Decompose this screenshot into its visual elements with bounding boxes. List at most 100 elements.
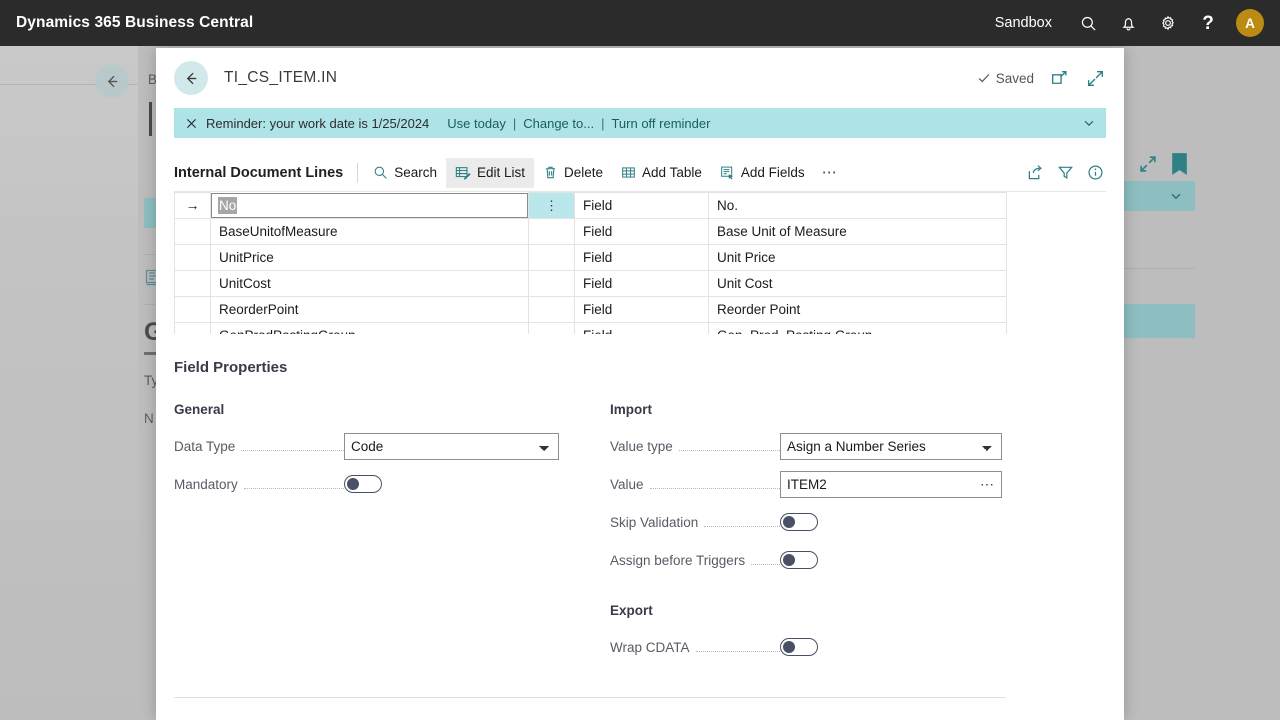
info-icon[interactable] [1087,164,1104,181]
field-caption-cell[interactable]: No. [708,192,1007,219]
assign-before-triggers-toggle[interactable] [780,551,818,569]
use-today-link[interactable]: Use today [447,116,506,131]
turn-off-reminder-link[interactable]: Turn off reminder [611,116,710,131]
back-arrow-icon[interactable] [174,61,208,95]
general-section: General Data Type Code Mandatory [174,376,610,670]
table-row[interactable]: BaseUnitofMeasure Field Base Unit of Mea… [174,218,1007,245]
mandatory-label-wrap: Mandatory [174,477,344,492]
field-caption-cell[interactable]: Reorder Point [708,296,1007,323]
toggle-knob [783,641,795,653]
row-menu-cell[interactable] [528,270,575,297]
row-menu-cell[interactable] [528,218,575,245]
row-menu-cell[interactable] [528,296,575,323]
field-name-cell[interactable]: UnitPrice [210,244,529,271]
background-back-arrow-icon[interactable] [95,64,129,98]
table-row[interactable]: UnitPrice Field Unit Price [174,244,1007,271]
wrap-cdata-toggle[interactable] [780,638,818,656]
skip-validation-label-wrap: Skip Validation [610,515,780,530]
field-name-cell[interactable]: UnitCost [210,270,529,297]
row-menu-cell[interactable] [528,244,575,271]
edit-list-button[interactable]: Edit List [445,157,535,188]
field-caption-cell[interactable]: Unit Cost [708,270,1007,297]
data-type-control: Code [344,432,559,460]
ellipsis-lookup-icon[interactable]: ⋯ [980,477,995,491]
mandatory-row: Mandatory [174,469,610,499]
filter-icon[interactable] [1057,164,1074,181]
field-name-cell[interactable]: ReorderPoint [210,296,529,323]
row-indicator: → [174,192,211,219]
search-icon [373,165,388,180]
data-type-label-wrap: Data Type [174,439,344,454]
gear-icon[interactable] [1148,0,1188,46]
wrap-cdata-label-wrap: Wrap CDATA [610,640,780,655]
save-status: Saved [977,71,1034,86]
search-icon[interactable] [1068,0,1108,46]
vertical-dots-icon[interactable]: ⋮ [545,198,558,213]
table-row[interactable]: ReorderPoint Field Reorder Point [174,296,1007,323]
field-name-cell[interactable]: BaseUnitofMeasure [210,218,529,245]
help-icon[interactable]: ? [1188,0,1228,46]
search-button[interactable]: Search [364,158,446,188]
notification-message: Reminder: your work date is 1/25/2024 [206,115,430,131]
field-type-cell[interactable]: Field [574,244,709,271]
dot-leader [649,479,780,489]
value-input[interactable]: ITEM2 ⋯ [780,470,1002,498]
toggle-knob [783,554,795,566]
add-table-button[interactable]: Add Table [612,158,711,188]
field-type-cell[interactable]: Field [574,270,709,297]
table-row[interactable]: GenProdPostingGroup Field Gen. Prod. Pos… [174,322,1007,334]
delete-button[interactable]: Delete [534,158,612,188]
value-text: ITEM2 [787,476,827,492]
table-row[interactable]: UnitCost Field Unit Cost [174,270,1007,297]
field-name-cell[interactable]: No [211,192,529,219]
field-type-cell[interactable]: Field [574,296,709,323]
wrap-cdata-label: Wrap CDATA [610,639,690,655]
value-type-select[interactable]: Asign a Number Series [780,432,1002,460]
close-icon[interactable] [182,114,200,132]
change-to-link[interactable]: Change to... [523,116,594,131]
table-row[interactable]: → No ⋮ Field No. [174,192,1007,219]
value-type-label: Value type [610,438,673,454]
row-indicator [174,218,211,245]
field-properties-columns: General Data Type Code Mandatory Import … [174,376,1106,670]
general-subtitle: General [174,402,225,417]
bottom-divider [174,697,1006,698]
field-type-cell[interactable]: Field [574,192,709,219]
more-options-button[interactable]: ⋯ [814,165,846,180]
section-heading: Internal Document Lines [174,164,344,181]
field-name-cell[interactable]: GenProdPostingGroup [210,322,529,334]
mandatory-toggle[interactable] [344,475,382,493]
row-menu-cell[interactable] [528,322,575,334]
share-icon[interactable] [1027,164,1044,181]
row-menu-cell[interactable]: ⋮ [528,192,575,219]
mandatory-control [344,475,382,493]
delete-button-label: Delete [564,165,604,180]
skip-validation-label: Skip Validation [610,514,699,530]
background-secondary-bar[interactable] [1120,304,1195,338]
field-type-cell[interactable]: Field [574,322,709,334]
app-header-actions: Sandbox ? A [995,0,1280,46]
trash-icon [543,165,558,180]
background-collapse-bar[interactable] [1120,181,1195,211]
expand-icon[interactable] [1084,67,1106,89]
field-mapping-grid[interactable]: → No ⋮ Field No. BaseUnitofMeasure Field… [174,192,1106,335]
link-separator-1: | [512,115,517,131]
environment-label: Sandbox [994,15,1052,31]
background-bookmark-icon[interactable] [1171,153,1188,175]
add-table-button-label: Add Table [642,165,702,180]
add-fields-button[interactable]: Add Fields [711,158,814,188]
avatar[interactable]: A [1236,9,1264,37]
data-type-select[interactable]: Code [344,432,559,460]
wrap-cdata-row: Wrap CDATA [610,632,1006,662]
chevron-down-icon[interactable] [1082,116,1096,130]
open-in-new-window-icon[interactable] [1048,67,1070,89]
value-label-wrap: Value [610,477,780,492]
field-type-cell[interactable]: Field [574,218,709,245]
bell-icon[interactable] [1108,0,1148,46]
field-name-input[interactable]: No [211,192,528,218]
field-caption-cell[interactable]: Base Unit of Measure [708,218,1007,245]
skip-validation-toggle[interactable] [780,513,818,531]
field-caption-cell[interactable]: Unit Price [708,244,1007,271]
background-expand-icon[interactable] [1138,154,1158,174]
field-caption-cell[interactable]: Gen. Prod. Posting Group [708,322,1007,334]
